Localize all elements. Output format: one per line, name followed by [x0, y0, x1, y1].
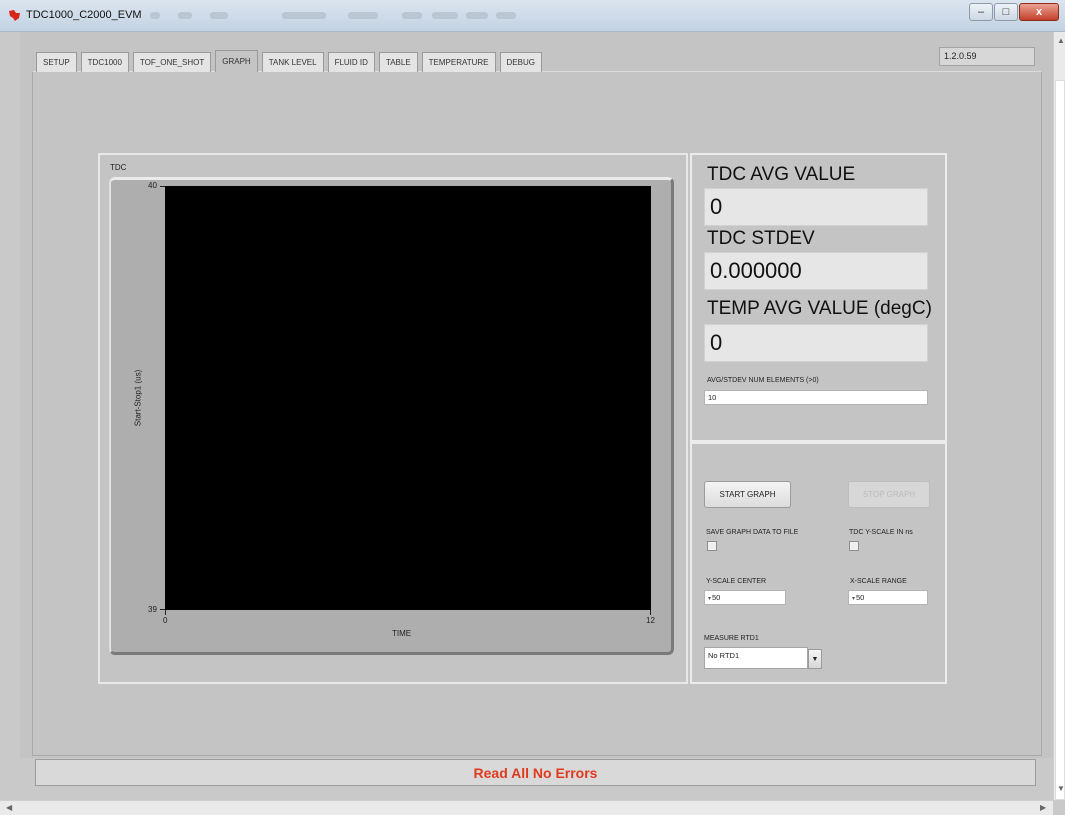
temp-avg-label: TEMP AVG VALUE (degC): [707, 298, 932, 319]
tab-bar: SETUP TDC1000 TOF_ONE_SHOT GRAPH TANK LE…: [36, 50, 546, 72]
window-title: TDC1000_C2000_EVM: [26, 9, 142, 21]
horizontal-scrollbar[interactable]: ◀ ▶: [0, 800, 1053, 815]
x-range-label: X-SCALE RANGE: [850, 578, 907, 585]
increment-icon[interactable]: ▾: [852, 596, 855, 602]
ti-logo-icon: [9, 10, 20, 21]
menu-blur: [402, 12, 422, 19]
tdc-avg-label: TDC AVG VALUE: [707, 164, 856, 185]
save-graph-checkbox[interactable]: [707, 541, 717, 551]
x-tick-mark: [650, 610, 651, 615]
tab-table[interactable]: TABLE: [378, 52, 418, 72]
y-tick-mark: [160, 186, 165, 187]
x-range-value: 50: [856, 593, 865, 602]
y-center-label: Y-SCALE CENTER: [706, 578, 767, 585]
version-indicator: 1.2.0.59: [939, 47, 1035, 66]
window-controls: – □ x: [968, 3, 1059, 21]
yscale-ns-label: TDC Y-SCALE IN ns: [849, 529, 913, 536]
measure-rtd-select[interactable]: No RTD1: [704, 647, 808, 669]
menu-blur: [282, 12, 326, 19]
tdc-stdev-value: 0.000000: [704, 252, 928, 290]
save-graph-label: SAVE GRAPH DATA TO FILE: [706, 529, 799, 536]
maximize-button[interactable]: □: [994, 3, 1018, 21]
tdc-stdev-label: TDC STDEV: [707, 228, 815, 249]
title-bar: TDC1000_C2000_EVM – □ x: [0, 0, 1065, 32]
tab-temperature[interactable]: TEMPERATURE: [421, 52, 496, 72]
minimize-icon: –: [977, 5, 985, 18]
menu-blur: [432, 12, 458, 19]
x-tick-label: 12: [646, 616, 655, 625]
graph-title: TDC: [110, 163, 127, 172]
tab-tof-one-shot[interactable]: TOF_ONE_SHOT: [132, 52, 212, 72]
x-tick-mark: [165, 610, 166, 615]
menu-blur: [150, 12, 160, 19]
maximize-icon: □: [1002, 5, 1010, 18]
y-center-input[interactable]: ▾50: [704, 590, 786, 605]
menu-blur: [496, 12, 516, 19]
start-graph-button[interactable]: START GRAPH: [704, 481, 791, 508]
tdc-avg-value: 0: [704, 188, 928, 226]
tab-fluid-id[interactable]: FLUID ID: [327, 52, 375, 72]
chevron-down-icon[interactable]: ▼: [808, 649, 822, 669]
temp-avg-value: 0: [704, 324, 928, 362]
y-center-value: 50: [712, 593, 721, 602]
num-elements-label: AVG/STDEV NUM ELEMENTS (>0): [707, 377, 819, 384]
increment-icon[interactable]: ▾: [708, 596, 711, 602]
scroll-left-icon[interactable]: ◀: [6, 803, 12, 812]
status-bar: Read All No Errors: [35, 759, 1036, 786]
y-axis-title: Start-Stop1 (us): [133, 369, 143, 427]
stop-graph-button[interactable]: STOP GRAPH: [848, 481, 930, 508]
y-tick-label: 40: [148, 181, 157, 190]
scrollbar-thumb[interactable]: [1055, 80, 1065, 800]
x-tick-label: 0: [163, 616, 168, 625]
x-axis-title: TIME: [392, 629, 412, 638]
y-tick-label: 39: [148, 605, 157, 614]
tab-setup[interactable]: SETUP: [36, 52, 77, 72]
tab-tank-level[interactable]: TANK LEVEL: [261, 52, 324, 72]
plot-area[interactable]: [165, 186, 651, 610]
scroll-right-icon[interactable]: ▶: [1040, 803, 1046, 812]
close-icon: x: [1035, 5, 1043, 18]
measure-rtd-label: MEASURE RTD1: [704, 635, 759, 642]
menu-blur: [210, 12, 228, 19]
close-button[interactable]: x: [1019, 3, 1059, 21]
vertical-scrollbar[interactable]: ▲ ▼: [1053, 32, 1065, 800]
menu-blur: [348, 12, 378, 19]
tab-debug[interactable]: DEBUG: [499, 52, 542, 72]
scroll-up-icon[interactable]: ▲: [1057, 36, 1065, 45]
scroll-down-icon[interactable]: ▼: [1057, 784, 1065, 793]
menu-blur: [466, 12, 488, 19]
tab-tdc1000[interactable]: TDC1000: [80, 52, 129, 72]
tab-graph[interactable]: GRAPH: [215, 50, 258, 72]
minimize-button[interactable]: –: [969, 3, 993, 21]
menu-blur: [178, 12, 192, 19]
yscale-ns-checkbox[interactable]: [849, 541, 859, 551]
x-range-input[interactable]: ▾50: [848, 590, 928, 605]
num-elements-input[interactable]: 10: [704, 390, 928, 405]
